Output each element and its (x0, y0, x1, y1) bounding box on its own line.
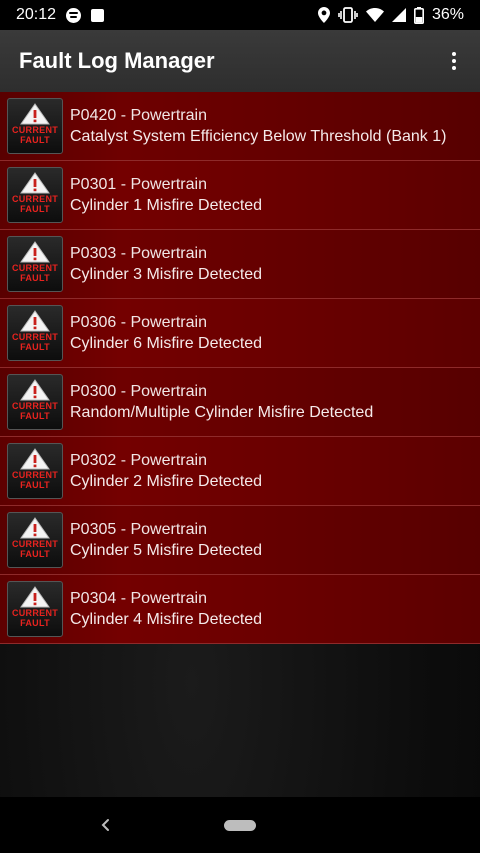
warning-triangle-icon (20, 172, 50, 194)
badge-line-1: CURRENT (11, 332, 59, 342)
location-icon (317, 7, 330, 23)
fault-code: P0305 - Powertrain (70, 520, 207, 538)
fault-row[interactable]: CURRENT FAULT P0300 - Powertrain Random/Mul… (0, 368, 480, 437)
fault-code: P0300 - Powertrain (70, 382, 207, 400)
badge-line-2: FAULT (20, 342, 50, 352)
warning-triangle-icon (20, 586, 50, 608)
status-bar: 20:12 36% (0, 0, 480, 30)
badge-line-1: CURRENT (11, 194, 59, 204)
badge-line-1: CURRENT (11, 263, 59, 273)
current-fault-badge: CURRENT FAULT (7, 167, 63, 223)
current-fault-badge: CURRENT FAULT (7, 581, 63, 637)
badge-line-2: FAULT (20, 549, 50, 559)
fault-text: P0301 - Powertrain Cylinder 1 Misfire Det… (70, 176, 262, 215)
current-fault-badge: CURRENT FAULT (7, 443, 63, 499)
badge-line-2: FAULT (20, 411, 50, 421)
warning-triangle-icon (20, 448, 50, 470)
fault-row[interactable]: CURRENT FAULT P0420 - Powertrain Catalyst S… (0, 92, 480, 161)
signal-icon (391, 8, 406, 22)
fault-row[interactable]: CURRENT FAULT P0306 - Powertrain Cylinder 6… (0, 299, 480, 368)
navigation-bar (0, 797, 480, 853)
fault-code: P0420 - Powertrain (70, 106, 207, 124)
overflow-menu-icon[interactable] (434, 37, 474, 85)
back-chevron-icon[interactable] (96, 815, 116, 835)
app-bar: Fault Log Manager (0, 30, 480, 92)
status-time: 20:12 (16, 6, 57, 23)
fault-description: Cylinder 1 Misfire Detected (70, 196, 263, 214)
fault-code: P0303 - Powertrain (70, 244, 207, 262)
badge-line-2: FAULT (20, 273, 50, 283)
fault-code: P0302 - Powertrain (70, 451, 207, 469)
warning-triangle-icon (20, 517, 50, 539)
fault-code: P0304 - Powertrain (70, 589, 207, 607)
current-fault-badge: CURRENT FAULT (7, 374, 63, 430)
fault-text: P0420 - Powertrain Catalyst System Effici… (70, 107, 446, 146)
fault-text: P0302 - Powertrain Cylinder 2 Misfire Det… (70, 452, 262, 491)
fault-text: P0305 - Powertrain Cylinder 5 Misfire Det… (70, 521, 262, 560)
fault-description: Cylinder 5 Misfire Detected (70, 541, 263, 559)
current-fault-badge: CURRENT FAULT (7, 98, 63, 154)
badge-line-1: CURRENT (11, 125, 59, 135)
fault-row[interactable]: CURRENT FAULT P0305 - Powertrain Cylinder 5… (0, 506, 480, 575)
fault-row[interactable]: CURRENT FAULT P0303 - Powertrain Cylinder 3… (0, 230, 480, 299)
fault-text: P0303 - Powertrain Cylinder 3 Misfire Det… (70, 245, 262, 284)
fault-text: P0300 - Powertrain Random/Multiple Cylind… (70, 383, 373, 422)
fault-row[interactable]: CURRENT FAULT P0302 - Powertrain Cylinder 2… (0, 437, 480, 506)
current-fault-badge: CURRENT FAULT (7, 305, 63, 361)
current-fault-badge: CURRENT FAULT (7, 512, 63, 568)
battery-icon (413, 6, 424, 24)
fault-description: Cylinder 2 Misfire Detected (70, 472, 263, 490)
badge-line-1: CURRENT (11, 401, 59, 411)
fault-row[interactable]: CURRENT FAULT P0301 - Powertrain Cylinder 1… (0, 161, 480, 230)
fault-description: Cylinder 6 Misfire Detected (70, 334, 263, 352)
wifi-icon (365, 8, 384, 22)
fault-description: Cylinder 4 Misfire Detected (70, 610, 263, 628)
square-notification-icon (91, 8, 105, 22)
warning-triangle-icon (20, 241, 50, 263)
warning-triangle-icon (20, 379, 50, 401)
fault-row[interactable]: CURRENT FAULT P0304 - Powertrain Cylinder 4… (0, 575, 480, 644)
battery-percent: 36% (431, 6, 464, 23)
spotify-icon (66, 7, 82, 23)
vibrate-icon (338, 7, 358, 23)
badge-line-2: FAULT (20, 618, 50, 628)
current-fault-badge: CURRENT FAULT (7, 236, 63, 292)
page-title: Fault Log Manager (19, 48, 215, 73)
fault-description: Cylinder 3 Misfire Detected (70, 265, 263, 283)
badge-line-1: CURRENT (11, 608, 59, 618)
badge-line-1: CURRENT (11, 539, 59, 549)
badge-line-1: CURRENT (11, 470, 59, 480)
fault-description: Catalyst System Efficiency Below Thresho… (70, 127, 447, 145)
fault-text: P0304 - Powertrain Cylinder 4 Misfire Det… (70, 590, 262, 629)
warning-triangle-icon (20, 103, 50, 125)
badge-line-2: FAULT (20, 480, 50, 490)
fault-description: Random/Multiple Cylinder Misfire Detecte… (70, 403, 374, 421)
badge-line-2: FAULT (20, 135, 50, 145)
warning-triangle-icon (20, 310, 50, 332)
screen: 20:12 36% Fault Log Manager CURRENT FAUL… (0, 0, 480, 853)
fault-code: P0301 - Powertrain (70, 175, 207, 193)
badge-line-2: FAULT (20, 204, 50, 214)
fault-list: CURRENT FAULT P0420 - Powertrain Catalyst S… (0, 92, 480, 644)
home-pill-icon[interactable] (224, 820, 256, 831)
fault-text: P0306 - Powertrain Cylinder 6 Misfire Det… (70, 314, 262, 353)
fault-code: P0306 - Powertrain (70, 313, 207, 331)
